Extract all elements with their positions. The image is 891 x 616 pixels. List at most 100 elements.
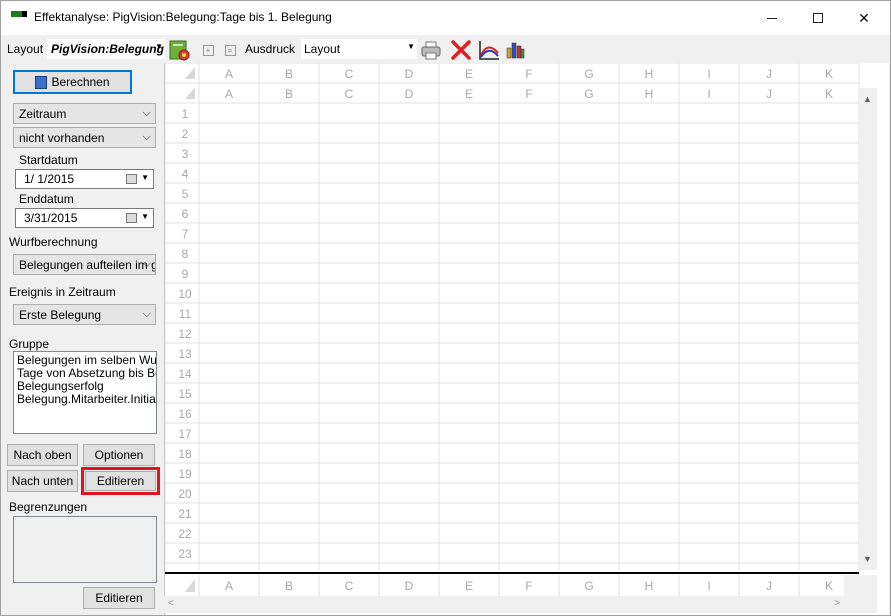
calculate-label: Berechnen bbox=[51, 75, 110, 89]
column-header: D bbox=[405, 67, 414, 81]
calendar-icon bbox=[126, 213, 137, 223]
scroll-up-icon[interactable]: ▲ bbox=[863, 94, 872, 104]
column-header: B bbox=[285, 579, 293, 593]
limits-label: Begrenzungen bbox=[9, 500, 88, 514]
plus-icon: + bbox=[202, 44, 214, 56]
row-header: 2 bbox=[182, 127, 189, 141]
column-header: K bbox=[825, 579, 833, 593]
end-date-field[interactable]: 3/31/2015 ▼ bbox=[15, 208, 154, 228]
layout-label: Layout bbox=[7, 42, 44, 56]
chevron-down-icon: ⌵ bbox=[142, 258, 151, 270]
spreadsheet[interactable]: A B C D E F G H I J K A B C D E F G H I J K 1 2 3 4 5 6 7 8 9 10 11 12 13 1… bbox=[164, 63, 889, 615]
dropdown-arrow-icon: ▼ bbox=[155, 42, 163, 51]
column-header: J bbox=[766, 579, 772, 593]
column-header: K bbox=[825, 67, 833, 81]
end-date-value: 3/31/2015 bbox=[24, 211, 78, 225]
chevron-down-icon: ⌵ bbox=[142, 308, 151, 320]
litter-calc-value: Belegungen aufteilen im g bbox=[19, 258, 156, 272]
plus-button[interactable]: + bbox=[197, 39, 219, 61]
litter-calc-label: Wurfberechnung bbox=[9, 235, 98, 249]
column-header: B bbox=[285, 87, 293, 101]
event-select-value: Erste Belegung bbox=[19, 308, 102, 322]
minus-button[interactable]: = bbox=[219, 39, 241, 61]
chevron-down-icon: ⌵ bbox=[142, 107, 151, 119]
scroll-right-icon[interactable]: > bbox=[834, 598, 840, 609]
edit-limits-button[interactable]: Editieren bbox=[83, 587, 155, 609]
row-header: 17 bbox=[178, 427, 192, 441]
column-header: G bbox=[584, 579, 593, 593]
column-header: G bbox=[584, 67, 593, 81]
column-header: F bbox=[525, 579, 532, 593]
calculate-button[interactable]: Berechnen bbox=[13, 70, 132, 94]
column-header: I bbox=[707, 87, 710, 101]
horizontal-scrollbar[interactable]: < > bbox=[164, 596, 844, 613]
row-header: 8 bbox=[182, 247, 189, 261]
window: Effektanalyse: PigVision:Belegung:Tage b… bbox=[0, 0, 891, 616]
left-panel: Berechnen Zeitraum ⌵ nicht vorhanden ⌵ S… bbox=[1, 63, 164, 615]
dropdown-arrow-icon: ▼ bbox=[407, 42, 415, 51]
column-header: C bbox=[345, 67, 354, 81]
delete-button[interactable] bbox=[450, 39, 472, 61]
litter-calc-select[interactable]: Belegungen aufteilen im g ⌵ bbox=[13, 254, 156, 275]
bar-chart-button[interactable] bbox=[504, 39, 526, 61]
column-header: A bbox=[225, 87, 233, 101]
row-header: 16 bbox=[178, 407, 192, 421]
column-header: E bbox=[465, 87, 473, 101]
close-button[interactable]: ✕ bbox=[841, 1, 887, 35]
bottom-column-header-band bbox=[165, 575, 859, 596]
exists-select-value: nicht vorhanden bbox=[19, 131, 105, 145]
column-header: H bbox=[645, 87, 654, 101]
scroll-down-icon[interactable]: ▼ bbox=[863, 554, 872, 564]
print-button[interactable] bbox=[420, 39, 442, 61]
vertical-scrollbar[interactable]: ▲ ▼ bbox=[860, 88, 877, 570]
row-header: 19 bbox=[178, 467, 192, 481]
row-header: 23 bbox=[178, 547, 192, 561]
move-up-button[interactable]: Nach oben bbox=[7, 444, 78, 466]
row-header: 14 bbox=[178, 367, 192, 381]
column-header: E bbox=[465, 579, 473, 593]
dropdown-arrow-icon: ▼ bbox=[141, 173, 149, 182]
period-select[interactable]: Zeitraum ⌵ bbox=[13, 103, 156, 124]
exists-select[interactable]: nicht vorhanden ⌵ bbox=[13, 127, 156, 148]
column-header: C bbox=[345, 87, 354, 101]
options-button[interactable]: Optionen bbox=[83, 444, 155, 466]
print-layout-value: Layout bbox=[304, 42, 341, 56]
row-header: 7 bbox=[182, 227, 189, 241]
window-title: Effektanalyse: PigVision:Belegung:Tage b… bbox=[34, 10, 332, 24]
scroll-left-icon[interactable]: < bbox=[168, 598, 174, 609]
event-select[interactable]: Erste Belegung ⌵ bbox=[13, 304, 156, 325]
layout-edit-button[interactable] bbox=[168, 39, 190, 61]
row-header: 5 bbox=[182, 187, 189, 201]
maximize-button[interactable] bbox=[795, 1, 841, 35]
print-label: Ausdruck bbox=[245, 42, 296, 56]
column-header: D bbox=[405, 87, 414, 101]
layout-combo[interactable]: PigVision:Belegung ▼ bbox=[47, 39, 165, 59]
start-date-field[interactable]: 1/ 1/2015 ▼ bbox=[15, 169, 154, 189]
maximize-icon bbox=[813, 13, 823, 23]
chevron-down-icon: ⌵ bbox=[142, 131, 151, 143]
group-label: Gruppe bbox=[9, 337, 50, 351]
row-header: 18 bbox=[178, 447, 192, 461]
row-header: 10 bbox=[178, 287, 192, 301]
limits-listbox[interactable] bbox=[13, 516, 157, 583]
row-header: 11 bbox=[179, 307, 192, 321]
spreadsheet-grid[interactable]: A B C D E F G H I J KA B C D E F G H I J K123456789101112131… bbox=[165, 63, 861, 615]
group-listbox[interactable]: Belegungen im selben Wurf Tage von Abset… bbox=[13, 351, 157, 434]
toolbar: Layout PigVision:Belegung ▼ + = Ausdruck… bbox=[1, 35, 890, 63]
layout-combo-value: PigVision:Belegung bbox=[51, 42, 164, 56]
start-date-label: Startdatum bbox=[19, 153, 78, 167]
close-icon: ✕ bbox=[858, 9, 870, 26]
list-item[interactable]: Belegung.Mitarbeiter.Initialen bbox=[14, 393, 156, 406]
move-down-button[interactable]: Nach unten bbox=[7, 470, 78, 492]
row-header: 22 bbox=[178, 527, 192, 541]
end-date-label: Enddatum bbox=[19, 192, 74, 206]
row-header: 4 bbox=[182, 167, 189, 181]
column-header: C bbox=[345, 579, 354, 593]
minimize-button[interactable] bbox=[749, 1, 795, 35]
column-header: J bbox=[766, 67, 772, 81]
column-header: A bbox=[225, 579, 233, 593]
column-header: I bbox=[707, 67, 710, 81]
curve-chart-button[interactable] bbox=[478, 39, 500, 61]
title-bar: Effektanalyse: PigVision:Belegung:Tage b… bbox=[1, 1, 890, 35]
print-layout-combo[interactable]: Layout ▼ bbox=[301, 39, 417, 59]
